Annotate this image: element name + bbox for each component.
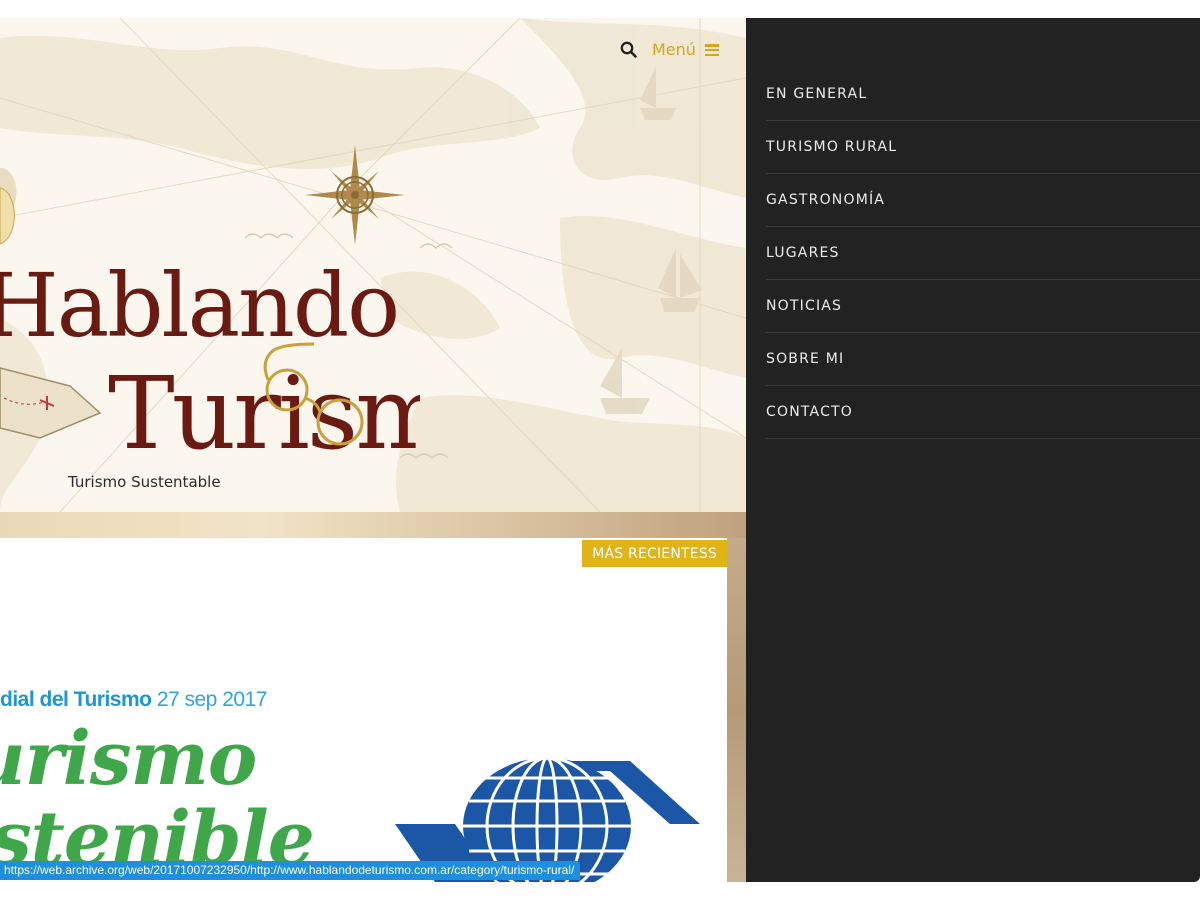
nav-item-lugares[interactable]: LUGARES xyxy=(766,227,1200,280)
post-caption-title: dial del Turismo xyxy=(0,688,152,711)
status-bar-url: https://web.archive.org/web/201710072329… xyxy=(0,861,581,880)
site-header: Hablando de Turismo Menú xyxy=(0,18,746,512)
nav-item-noticias[interactable]: NOTICIAS xyxy=(766,280,1200,333)
logo-line-1: Hablando de xyxy=(0,254,420,357)
decorative-side-strip xyxy=(727,538,746,882)
latest-posts-badge: MÁS RECIENTESS xyxy=(582,540,727,567)
nav-menu-list: EN GENERAL TURISMO RURAL GASTRONOMÍA LUG… xyxy=(766,68,1200,439)
nav-item-contacto[interactable]: CONTACTO xyxy=(766,386,1200,439)
nav-menu-panel: EN GENERAL TURISMO RURAL GASTRONOMÍA LUG… xyxy=(746,18,1200,882)
logo-line-2: Turismo xyxy=(108,355,420,468)
nav-item-en-general[interactable]: EN GENERAL xyxy=(766,68,1200,121)
browser-viewport: Hablando de Turismo Menú xyxy=(0,18,1200,882)
site-logo: Hablando de Turismo xyxy=(0,187,420,468)
menu-label: Menú xyxy=(652,40,696,59)
hamburger-icon xyxy=(704,44,719,56)
website-page: Hablando de Turismo Menú xyxy=(0,18,746,882)
post-image-title-line-1: urismo xyxy=(0,716,257,802)
decorative-band xyxy=(0,512,746,538)
nav-item-sobre-mi[interactable]: SOBRE MI xyxy=(766,333,1200,386)
post-image-caption: dial del Turismo 27 sep 2017 xyxy=(0,688,267,712)
latest-post-card[interactable]: MÁS RECIENTESS dial del Turismo 27 sep 2… xyxy=(0,538,727,882)
menu-toggle-button[interactable]: Menú xyxy=(652,39,719,61)
nav-item-turismo-rural[interactable]: TURISMO RURAL xyxy=(766,121,1200,174)
post-caption-date: 27 sep 2017 xyxy=(156,688,268,711)
nav-item-gastronomia[interactable]: GASTRONOMÍA xyxy=(766,174,1200,227)
site-tagline: Turismo Sustentable xyxy=(68,473,221,491)
search-icon[interactable] xyxy=(619,40,639,60)
